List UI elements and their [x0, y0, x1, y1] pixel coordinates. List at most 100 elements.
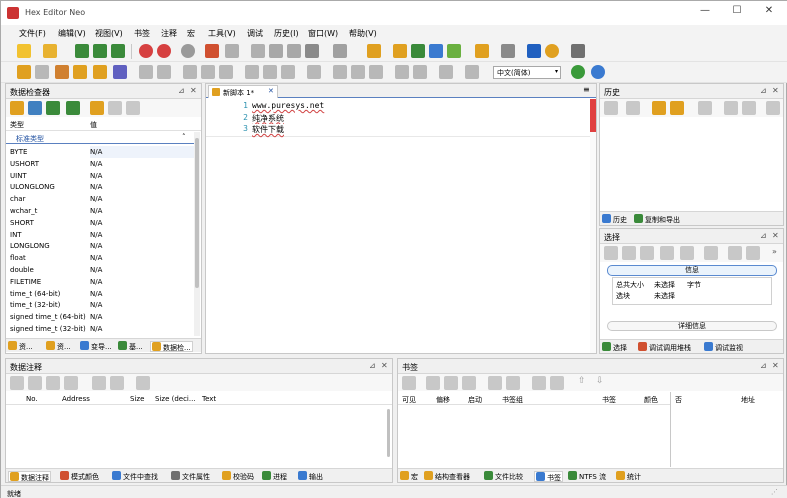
bm-import-icon[interactable] [488, 376, 502, 390]
save-icon[interactable] [75, 44, 89, 58]
bookmarks-list[interactable] [398, 405, 670, 467]
select-load-icon[interactable] [746, 246, 760, 260]
edit-icon[interactable] [10, 101, 24, 115]
pencil-icon[interactable] [46, 101, 60, 115]
pin-icon[interactable]: ⊿ [178, 86, 185, 95]
menu-bookmarks[interactable]: 书签 [134, 28, 150, 39]
tab-annotations[interactable]: 数据注释 [8, 471, 51, 482]
detail-header[interactable]: 详细信息 [607, 321, 777, 331]
close-icon[interactable]: ✕ [772, 361, 779, 370]
hex-view-icon[interactable] [269, 44, 283, 58]
select-block-icon[interactable] [622, 246, 636, 260]
tab-history[interactable]: 历史 [602, 214, 627, 225]
inspector-row[interactable]: time_t (64-bit) N/A [6, 288, 194, 300]
col-size-decimal[interactable]: Size (deci... [155, 395, 196, 403]
save-as-icon[interactable] [93, 44, 107, 58]
bm-clear-icon[interactable] [462, 376, 476, 390]
bm-delete-icon[interactable] [444, 376, 458, 390]
bm-edit-icon[interactable] [426, 376, 440, 390]
tab-close-icon[interactable]: ✕ [268, 87, 274, 95]
resize-grip-icon[interactable]: ⋰ [771, 488, 778, 496]
new-file-icon[interactable] [17, 44, 31, 58]
bm-settings-icon[interactable] [550, 376, 564, 390]
editor-scrollbar[interactable] [590, 99, 596, 353]
tab-res1[interactable]: 资... [8, 341, 33, 352]
info-icon[interactable] [545, 44, 559, 58]
macro-icon[interactable] [307, 65, 321, 79]
inspector-row[interactable]: FILETIME N/A [6, 276, 194, 288]
editor-line[interactable]: 3 软件下载 [206, 124, 590, 136]
plugin-icon[interactable] [393, 44, 407, 58]
tab-selection[interactable]: 选择 [602, 342, 627, 353]
copy-icon[interactable] [73, 65, 87, 79]
chart-icon[interactable] [411, 44, 425, 58]
goto-icon[interactable] [251, 44, 265, 58]
close-all-icon[interactable] [157, 44, 171, 58]
col-address[interactable]: Address [62, 395, 90, 403]
hex-icon[interactable] [66, 101, 80, 115]
menu-help[interactable]: 帮助(V) [349, 28, 377, 39]
cut-icon[interactable] [55, 65, 69, 79]
col-color[interactable]: 颜色 [644, 395, 658, 405]
arrow-down-icon[interactable]: ⇩ [596, 376, 604, 386]
bm-group-icon[interactable] [532, 376, 546, 390]
properties-icon[interactable] [181, 44, 195, 58]
tab-find-in-files[interactable]: 文件中查找 [112, 471, 158, 482]
inspector-row[interactable]: signed time_t (64-bit) N/A [6, 311, 194, 323]
fill-icon[interactable] [113, 65, 127, 79]
tab-statistics[interactable]: 统计 [616, 471, 641, 482]
info-header[interactable]: 信息 [607, 265, 777, 276]
paste-icon[interactable] [93, 65, 107, 79]
history-mode2-icon[interactable] [670, 101, 684, 115]
tab-call-stack[interactable]: 调试调用堆栈 [638, 342, 691, 353]
col-value[interactable]: 值 [90, 120, 97, 130]
delete-icon[interactable] [157, 65, 171, 79]
col-bookmark[interactable]: 书签 [602, 395, 616, 405]
select-copy-icon[interactable] [680, 246, 694, 260]
tab-watch[interactable]: 调试监视 [704, 342, 743, 353]
col-offset[interactable]: 偏移 [436, 395, 450, 405]
bm-export-icon[interactable] [506, 376, 520, 390]
inspector-row[interactable]: double N/A [6, 264, 194, 276]
cursor-icon[interactable] [465, 65, 479, 79]
columns-icon[interactable] [439, 65, 453, 79]
select-block-icon[interactable] [201, 65, 215, 79]
insert-icon[interactable] [139, 65, 153, 79]
maximize-button[interactable]: ☐ [722, 5, 752, 21]
tab-file-compare[interactable]: 文件比较 [484, 471, 523, 482]
open-file-icon[interactable] [43, 44, 57, 58]
minimize-button[interactable]: — [690, 5, 720, 21]
user-icon[interactable] [28, 101, 42, 115]
annotations-list[interactable] [6, 405, 392, 467]
select-hand-icon[interactable] [704, 246, 718, 260]
annot-settings-icon[interactable] [136, 376, 150, 390]
pin-icon[interactable]: ⊿ [760, 231, 767, 240]
wrench-icon[interactable] [571, 44, 585, 58]
inspector-row[interactable]: wchar_t N/A [6, 205, 194, 217]
run-icon[interactable] [333, 65, 347, 79]
close-icon[interactable]: ✕ [772, 231, 779, 240]
pin-icon[interactable]: ⊿ [369, 361, 376, 370]
annot-import-icon[interactable] [92, 376, 106, 390]
tab-data-inspector[interactable]: 数据检... [150, 341, 193, 352]
col-start[interactable]: 启动 [468, 395, 482, 405]
unlock-icon[interactable] [413, 65, 427, 79]
scrollbar[interactable] [194, 132, 200, 336]
history-sort-icon[interactable] [742, 101, 756, 115]
lock-icon[interactable] [395, 65, 409, 79]
settings-icon[interactable] [501, 44, 515, 58]
find-next-icon[interactable] [263, 65, 277, 79]
history-filter-icon[interactable] [724, 101, 738, 115]
step-icon[interactable] [351, 65, 365, 79]
print-icon[interactable] [369, 65, 383, 79]
group-row[interactable]: 标准类型 ˄ [6, 132, 194, 144]
menu-history[interactable]: 历史(I) [274, 28, 299, 39]
select-invert-icon[interactable] [640, 246, 654, 260]
close-file-icon[interactable] [139, 44, 153, 58]
redo-icon[interactable] [35, 65, 49, 79]
remove-type-icon[interactable] [108, 101, 122, 115]
tab-macro[interactable]: 宏 [400, 471, 418, 482]
inspector-row[interactable]: signed time_t (32-bit) N/A [6, 323, 194, 335]
pattern-icon[interactable] [219, 65, 233, 79]
col-text[interactable]: Text [202, 395, 216, 403]
